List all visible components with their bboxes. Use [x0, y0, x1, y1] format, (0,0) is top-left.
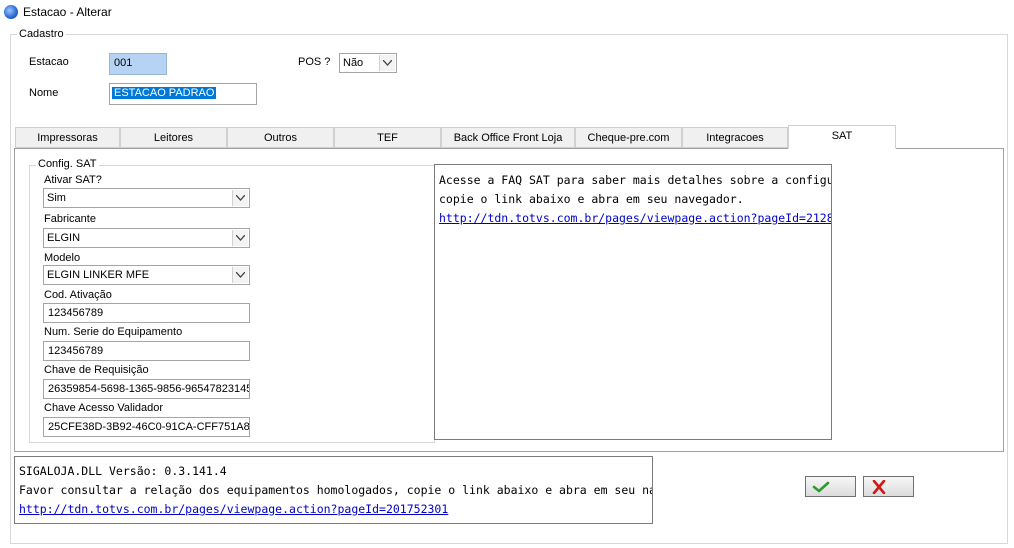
chevron-down-icon[interactable]	[232, 267, 248, 283]
tab-outros[interactable]: Outros	[227, 127, 334, 148]
window-title: Estacao - Alterar	[23, 5, 112, 19]
tab-label: Outros	[263, 132, 297, 144]
dll-version-text: SIGALOJA.DLL Versão: 0.3.141.4	[19, 464, 227, 478]
chevron-down-icon[interactable]	[232, 230, 248, 246]
fabricante-label: Fabricante	[44, 213, 96, 225]
estacao-value: 001	[114, 57, 133, 69]
fabricante-value: ELGIN	[47, 232, 81, 244]
modelo-value: ELGIN LINKER MFE	[47, 269, 150, 281]
modelo-label: Modelo	[44, 252, 81, 264]
tab-label: Integracoes	[706, 132, 764, 144]
tab-back-office[interactable]: Back Office Front Loja	[441, 127, 575, 148]
cod-ativacao-input[interactable]: 123456789	[43, 303, 250, 323]
chave-acesso-input[interactable]: 25CFE38D-3B92-46C0-91CA-CFF751A82I	[43, 417, 250, 437]
check-icon	[812, 481, 830, 493]
tab-cheque-pre[interactable]: Cheque-pre.com	[575, 127, 682, 148]
homologados-link[interactable]: http://tdn.totvs.com.br/pages/viewpage.a…	[19, 500, 648, 519]
chevron-down-icon[interactable]	[379, 55, 395, 71]
cod-ativacao-label: Cod. Ativação	[44, 289, 112, 301]
chave-acesso-label: Chave Acesso Validador	[44, 402, 164, 414]
tab-impressoras[interactable]: Impressoras	[15, 127, 120, 148]
chave-requisicao-label: Chave de Requisição	[44, 364, 149, 376]
num-serie-label: Num. Serie do Equipamento	[44, 326, 183, 338]
confirm-button[interactable]	[805, 476, 856, 497]
num-serie-input[interactable]: 123456789	[43, 341, 250, 361]
tab-leitores[interactable]: Leitores	[120, 127, 227, 148]
tab-label: Impressoras	[37, 132, 98, 144]
tab-label: Back Office Front Loja	[453, 132, 563, 144]
tab-label: TEF	[377, 132, 398, 144]
estacao-input[interactable]: 001	[109, 53, 167, 75]
pos-value: Não	[343, 57, 364, 69]
ativar-sat-value: Sim	[47, 192, 66, 204]
fabricante-select[interactable]: ELGIN	[43, 228, 250, 248]
tab-label: Cheque-pre.com	[587, 132, 670, 144]
tab-label: SAT	[831, 130, 853, 142]
ativar-sat-select[interactable]: Sim	[43, 188, 250, 208]
homologados-text: Favor consultar a relação dos equipament…	[19, 483, 653, 497]
app-icon	[4, 5, 18, 19]
tab-tef[interactable]: TEF	[334, 127, 441, 148]
modelo-select[interactable]: ELGIN LINKER MFE	[43, 265, 250, 285]
ativar-sat-label: Ativar SAT?	[44, 174, 102, 186]
nome-value: ESTACAO PADRAO	[112, 87, 217, 99]
nome-label: Nome	[29, 87, 59, 99]
footer-info-box: SIGALOJA.DLL Versão: 0.3.141.4 Favor con…	[14, 456, 653, 524]
faq-line-1: Acesse a FAQ SAT para saber mais detalhe…	[439, 173, 832, 187]
pos-select[interactable]: Não	[339, 53, 397, 73]
faq-link[interactable]: http://tdn.totvs.com.br/pages/viewpage.a…	[439, 209, 831, 228]
cancel-button[interactable]	[863, 476, 914, 497]
cadastro-group-label: Cadastro	[17, 28, 66, 40]
tab-integracoes[interactable]: Integracoes	[682, 127, 788, 148]
pos-label: POS ?	[298, 56, 331, 68]
tab-label: Leitores	[153, 132, 194, 144]
chave-requisicao-input[interactable]: 26359854-5698-1365-9856-96547823145	[43, 379, 250, 399]
x-icon	[872, 480, 886, 494]
config-sat-group-label: Config. SAT	[36, 158, 99, 170]
chevron-down-icon[interactable]	[232, 190, 248, 206]
faq-line-2: copie o link abaixo e abra em seu navega…	[439, 192, 744, 206]
faq-info-box: Acesse a FAQ SAT para saber mais detalhe…	[434, 164, 832, 440]
estacao-label: Estacao	[29, 56, 69, 68]
tab-sat[interactable]: SAT	[788, 125, 896, 149]
title-bar: Estacao - Alterar	[0, 0, 1014, 26]
nome-input[interactable]: ESTACAO PADRAO	[109, 83, 257, 105]
